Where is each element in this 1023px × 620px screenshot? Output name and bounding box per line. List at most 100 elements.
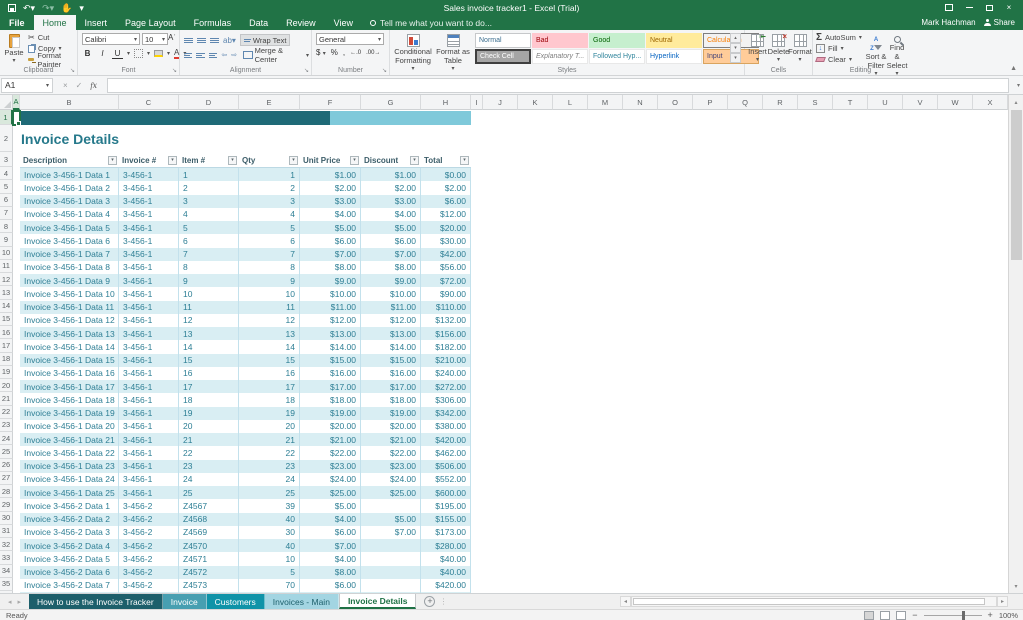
paste-button[interactable]: Paste▾ — [2, 31, 26, 64]
cell[interactable]: $462.00 — [421, 446, 471, 459]
tab-formulas[interactable]: Formulas — [185, 15, 241, 30]
column-header-M[interactable]: M — [588, 95, 623, 110]
row-header-3[interactable]: 3 — [0, 152, 13, 167]
cell[interactable]: 3 — [179, 195, 239, 208]
cell[interactable]: 3-456-1 — [119, 340, 179, 353]
column-header-R[interactable]: R — [763, 95, 798, 110]
cell[interactable]: $420.00 — [421, 579, 471, 592]
clipboard-dialog-launcher[interactable]: ↘ — [70, 67, 75, 74]
column-header-O[interactable]: O — [658, 95, 693, 110]
tab-view[interactable]: View — [325, 15, 362, 30]
cell[interactable]: $240.00 — [421, 367, 471, 380]
sheet-tab-how-to-use-the-invoice-tracker[interactable]: How to use the Invoice Tracker — [29, 594, 163, 609]
tab-home[interactable]: Home — [34, 15, 76, 30]
table-row[interactable]: Invoice 3-456-1 Data 183-456-11818$18.00… — [20, 393, 471, 406]
cell[interactable]: Invoice 3-456-1 Data 21 — [20, 433, 119, 446]
cell[interactable]: $9.00 — [300, 274, 361, 287]
cell[interactable]: 2 — [239, 181, 300, 194]
formula-input[interactable] — [107, 78, 1009, 93]
cell[interactable]: Z4569 — [179, 526, 239, 539]
cell[interactable]: 3 — [239, 195, 300, 208]
cell-style-good[interactable]: Good — [589, 33, 645, 48]
cell[interactable]: 39 — [239, 499, 300, 512]
fill-color-icon[interactable] — [154, 50, 163, 57]
align-bottom-icon[interactable] — [210, 37, 219, 44]
cell[interactable]: $8.00 — [361, 261, 421, 274]
cell[interactable]: 20 — [239, 420, 300, 433]
cell[interactable]: $6.00 — [300, 234, 361, 247]
cell[interactable]: $6.00 — [421, 195, 471, 208]
cell[interactable]: $6.00 — [361, 234, 421, 247]
cell[interactable]: 2 — [179, 181, 239, 194]
borders-icon[interactable] — [134, 49, 143, 58]
sheet-tab-invoices-main[interactable]: Invoices - Main — [265, 594, 339, 609]
cell[interactable]: Invoice 3-456-2 Data 7 — [20, 579, 119, 592]
cell[interactable]: $173.00 — [421, 526, 471, 539]
cell[interactable] — [361, 552, 421, 565]
cancel-entry-icon[interactable]: × — [63, 81, 68, 90]
cell[interactable]: $182.00 — [421, 340, 471, 353]
fill-button[interactable]: ↓Fill▾ — [816, 43, 862, 54]
qat-customize-icon[interactable]: ▾ — [79, 3, 84, 13]
cell[interactable]: 12 — [239, 314, 300, 327]
cell[interactable]: 21 — [179, 433, 239, 446]
row-header-7[interactable]: 7 — [0, 207, 13, 220]
cell[interactable]: 13 — [179, 327, 239, 340]
italic-button[interactable]: I — [97, 48, 108, 59]
row-header-13[interactable]: 13 — [0, 286, 13, 299]
row-header-16[interactable]: 16 — [0, 326, 13, 339]
cell[interactable]: $72.00 — [421, 274, 471, 287]
cell[interactable]: $25.00 — [300, 486, 361, 499]
cell[interactable]: $600.00 — [421, 486, 471, 499]
zoom-in-icon[interactable]: + — [988, 611, 993, 620]
cell[interactable]: 5 — [179, 221, 239, 234]
ribbon-display-options-icon[interactable] — [941, 1, 957, 14]
cell[interactable] — [361, 566, 421, 579]
cell[interactable]: $18.00 — [300, 393, 361, 406]
cell[interactable]: 40 — [239, 539, 300, 552]
cell[interactable]: 23 — [179, 460, 239, 473]
row-header-2[interactable]: 2 — [0, 125, 13, 152]
cell[interactable]: Invoice 3-456-1 Data 18 — [20, 393, 119, 406]
table-row[interactable]: Invoice 3-456-1 Data 193-456-11919$19.00… — [20, 407, 471, 420]
font-size-combo[interactable]: 10▾ — [142, 33, 168, 45]
cell[interactable]: Invoice 3-456-1 Data 16 — [20, 367, 119, 380]
cell[interactable] — [361, 499, 421, 512]
cell[interactable]: $22.00 — [300, 446, 361, 459]
cell[interactable]: 3-456-1 — [119, 287, 179, 300]
cell[interactable]: Invoice 3-456-1 Data 23 — [20, 460, 119, 473]
cell[interactable]: 18 — [179, 393, 239, 406]
cell[interactable]: $11.00 — [300, 301, 361, 314]
decrease-decimal-icon[interactable]: .00→ — [366, 50, 380, 56]
cell[interactable]: $2.00 — [300, 181, 361, 194]
table-row[interactable]: Invoice 3-456-1 Data 63-456-166$6.00$6.0… — [20, 234, 471, 247]
cell[interactable]: 25 — [179, 486, 239, 499]
table-row[interactable]: Invoice 3-456-1 Data 23-456-122$2.00$2.0… — [20, 181, 471, 194]
cell[interactable]: $19.00 — [361, 407, 421, 420]
cell[interactable]: Invoice 3-456-1 Data 14 — [20, 340, 119, 353]
cell[interactable]: 3-456-2 — [119, 526, 179, 539]
row-header-28[interactable]: 28 — [0, 485, 13, 498]
table-row[interactable]: Invoice 3-456-1 Data 123-456-11212$12.00… — [20, 314, 471, 327]
cell[interactable]: 18 — [239, 393, 300, 406]
cell[interactable]: 3-456-2 — [119, 499, 179, 512]
cell[interactable]: 23 — [239, 460, 300, 473]
table-row[interactable]: Invoice 3-456-1 Data 253-456-12525$25.00… — [20, 486, 471, 499]
cell[interactable]: $23.00 — [361, 460, 421, 473]
cell[interactable]: $6.00 — [300, 579, 361, 592]
cell[interactable]: $3.00 — [361, 195, 421, 208]
merge-center-button[interactable]: Merge & Center▾ — [241, 49, 311, 61]
table-row[interactable]: Invoice 3-456-2 Data 73-456-2Z457370$6.0… — [20, 579, 471, 592]
cell[interactable]: 10 — [239, 552, 300, 565]
row-header-9[interactable]: 9 — [0, 233, 13, 246]
cell[interactable]: $5.00 — [300, 499, 361, 512]
underline-button[interactable]: U — [112, 48, 123, 59]
table-row[interactable]: Invoice 3-456-1 Data 73-456-177$7.00$7.0… — [20, 248, 471, 261]
cell[interactable]: Invoice 3-456-1 Data 9 — [20, 274, 119, 287]
cell[interactable]: 13 — [239, 327, 300, 340]
cell[interactable]: 6 — [239, 234, 300, 247]
column-header-U[interactable]: U — [868, 95, 903, 110]
insert-function-icon[interactable]: f𝑥 — [90, 81, 97, 90]
cell-style-hyperlink[interactable]: Hyperlink — [646, 49, 702, 64]
cell[interactable]: Z4571 — [179, 552, 239, 565]
